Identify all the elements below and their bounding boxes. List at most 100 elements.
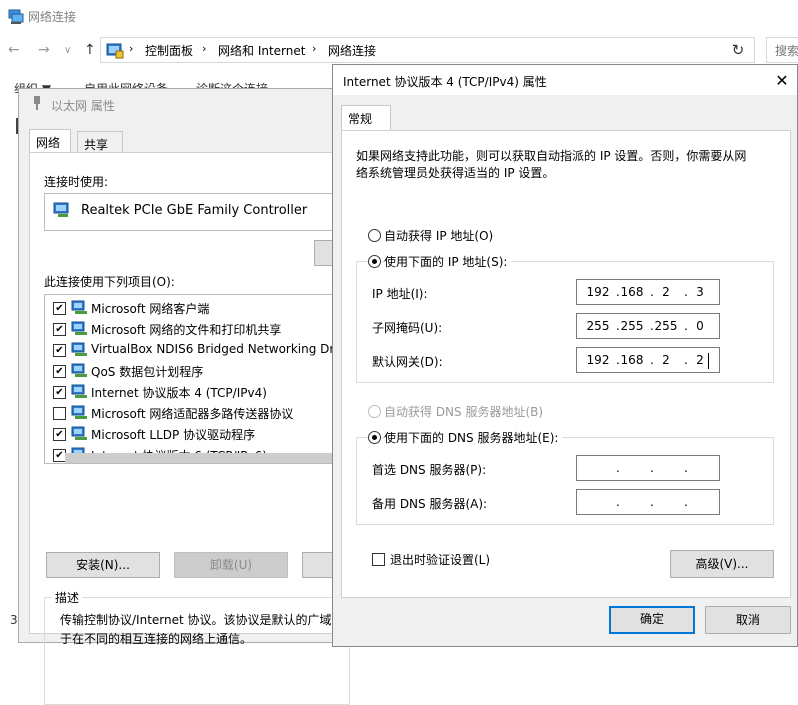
ip-octet[interactable]: 255 (651, 319, 681, 333)
tab-network-label: 网络 (36, 136, 61, 150)
validate-on-exit-label[interactable]: 退出时验证设置(L) (390, 551, 490, 568)
adapter-box: Realtek PCIe GbE Family Controller (44, 193, 350, 231)
alternate-dns-label: 备用 DNS 服务器(A): (372, 497, 488, 511)
ethernet-adapter-icon (34, 96, 40, 110)
auto-ip-radio[interactable] (368, 229, 381, 242)
auto-ip-label[interactable]: 自动获得 IP 地址(O) (384, 227, 493, 244)
ip-octet[interactable]: 168 (617, 353, 647, 367)
network-connections-icon (8, 9, 24, 24)
cancel-button[interactable]: 取消 (705, 606, 791, 634)
network-component-icon (71, 321, 87, 335)
preferred-dns-field[interactable]: ... (576, 455, 720, 481)
advanced-button[interactable]: 高级(V)... (670, 550, 774, 578)
alternate-dns-field[interactable]: ... (576, 489, 720, 515)
ethernet-tab-panel: 连接时使用: Realtek PCIe GbE Family Controlle… (29, 152, 350, 705)
explorer-title: 网络连接 (28, 10, 77, 24)
adapter-name: Realtek PCIe GbE Family Controller (81, 203, 308, 218)
breadcrumb-network-internet[interactable]: 网络和 Internet (218, 42, 305, 59)
ip-octet[interactable]: 2 (651, 353, 681, 367)
manual-dns-label[interactable]: 使用下面的 DNS 服务器地址(E): (384, 429, 563, 446)
item-checkbox[interactable]: ✔ (53, 428, 66, 441)
tab-general[interactable]: 常规 (341, 105, 391, 131)
list-item[interactable]: Microsoft 网络适配器多路传送器协议 (51, 403, 349, 424)
horizontal-scrollbar[interactable] (65, 453, 349, 463)
description-text-line1: 传输控制协议/Internet 协议。该协议是默认的广域 (60, 613, 332, 627)
up-arrow-icon[interactable]: ↑ (84, 42, 96, 58)
default-gateway-label: 默认网关(D): (372, 355, 443, 369)
ip-dot-separator: . (684, 461, 688, 475)
description-label: 描述 (52, 589, 83, 606)
item-checkbox[interactable]: ✔ (53, 323, 66, 336)
general-tab-panel: 如果网络支持此功能，则可以获取自动指派的 IP 设置。否则，你需要从网 络系统管… (341, 130, 791, 598)
default-gateway-field[interactable]: 192. 168. 2. 2 (576, 347, 720, 373)
ipv4-properties-dialog: Internet 协议版本 4 (TCP/IPv4) 属性 ✕ 常规 如果网络支… (332, 64, 798, 647)
list-item[interactable]: ✔ Microsoft 网络的文件和打印机共享 (51, 319, 349, 340)
ip-octet[interactable]: 2 (651, 285, 681, 299)
address-bar[interactable]: › 控制面板 › 网络和 Internet › 网络连接 (100, 37, 755, 63)
control-panel-icon (106, 43, 124, 59)
item-label: VirtualBox NDIS6 Bridged Networking Driv (91, 342, 345, 356)
item-checkbox[interactable]: ✔ (53, 302, 66, 315)
search-input[interactable]: 搜索 (766, 37, 798, 63)
ip-octet[interactable]: 255 (617, 319, 647, 333)
manual-dns-radio[interactable] (368, 431, 381, 444)
item-label: Microsoft LLDP 协议驱动程序 (91, 428, 256, 442)
item-label: Microsoft 网络适配器多路传送器协议 (91, 407, 294, 421)
search-placeholder: 搜索 (775, 44, 798, 58)
list-item[interactable]: ✔ Microsoft 网络客户端 (51, 298, 349, 319)
ip-address-label: IP 地址(I): (372, 287, 428, 301)
install-button[interactable]: 安装(N)... (46, 552, 160, 578)
close-icon[interactable]: ✕ (769, 68, 795, 94)
subnet-mask-field[interactable]: 255. 255. 255. 0 (576, 313, 720, 339)
breadcrumb-separator[interactable]: › (312, 42, 316, 55)
description-text-line2: 于在不同的相互连接的网络上通信。 (60, 632, 253, 646)
breadcrumb-control-panel[interactable]: 控制面板 (145, 42, 193, 59)
item-checkbox[interactable]: ✔ (53, 365, 66, 378)
forward-arrow-icon[interactable]: → (38, 42, 50, 58)
item-checkbox[interactable]: ✔ (53, 386, 66, 399)
status-item-count: 3 (10, 613, 18, 627)
breadcrumb-separator[interactable]: › (129, 42, 133, 55)
tab-network[interactable]: 网络 (29, 129, 71, 153)
manual-ip-label[interactable]: 使用下面的 IP 地址(S): (384, 253, 512, 270)
ip-dot-separator: . (616, 495, 620, 509)
explorer-titlebar: 网络连接 (0, 0, 798, 32)
list-item[interactable]: ✔ VirtualBox NDIS6 Bridged Networking Dri… (51, 340, 349, 361)
uninstall-button[interactable]: 卸载(U) (174, 552, 288, 578)
ip-dot-separator: . (684, 495, 688, 509)
refresh-icon[interactable]: ↻ (723, 38, 753, 62)
list-item[interactable]: ✔ Microsoft LLDP 协议驱动程序 (51, 424, 349, 445)
item-label: QoS 数据包计划程序 (91, 365, 204, 379)
ip-address-field[interactable]: 192. 168. 2. 3 (576, 279, 720, 305)
manual-ip-radio[interactable] (368, 255, 381, 268)
breadcrumb-separator[interactable]: › (202, 42, 206, 55)
breadcrumb-network-connections[interactable]: 网络连接 (328, 42, 376, 59)
auto-dns-radio[interactable] (368, 405, 381, 418)
item-checkbox[interactable]: ✔ (53, 344, 66, 357)
ok-button[interactable]: 确定 (609, 606, 695, 634)
tab-sharing-label: 共享 (84, 138, 109, 152)
list-item[interactable]: ✔ QoS 数据包计划程序 (51, 361, 349, 382)
recent-dropdown-icon[interactable]: ∨ (64, 45, 71, 56)
ip-octet[interactable]: 192 (583, 285, 613, 299)
item-checkbox[interactable] (53, 407, 66, 420)
ip-octet[interactable]: 168 (617, 285, 647, 299)
auto-dns-label[interactable]: 自动获得 DNS 服务器地址(B) (384, 403, 543, 420)
ip-octet[interactable]: 255 (583, 319, 613, 333)
tab-sharing[interactable]: 共享 (77, 131, 123, 153)
components-list[interactable]: ✔ Microsoft 网络客户端 ✔ Microsoft 网络的文件和打印机共享 ✔ V… (44, 294, 350, 464)
ip-octet[interactable]: 0 (685, 319, 715, 333)
ip-octet[interactable]: 3 (685, 285, 715, 299)
back-arrow-icon[interactable]: ← (8, 42, 20, 58)
list-item[interactable]: ✔ Internet 协议版本 4 (TCP/IPv4) (51, 382, 349, 403)
ip-dot-separator: . (650, 495, 654, 509)
ethernet-dialog-title: 以太网 属性 (51, 99, 115, 113)
item-label: Microsoft 网络的文件和打印机共享 (91, 323, 282, 337)
ip-octet[interactable]: 2 (685, 353, 715, 367)
ip-octet[interactable]: 192 (583, 353, 613, 367)
intro-text-line1: 如果网络支持此功能，则可以获取自动指派的 IP 设置。否则，你需要从网 (356, 149, 747, 163)
ip-dot-separator: . (650, 461, 654, 475)
ip-dot-separator: . (616, 461, 620, 475)
validate-on-exit-checkbox[interactable] (372, 553, 385, 566)
items-label: 此连接使用下列项目(O): (44, 275, 175, 289)
